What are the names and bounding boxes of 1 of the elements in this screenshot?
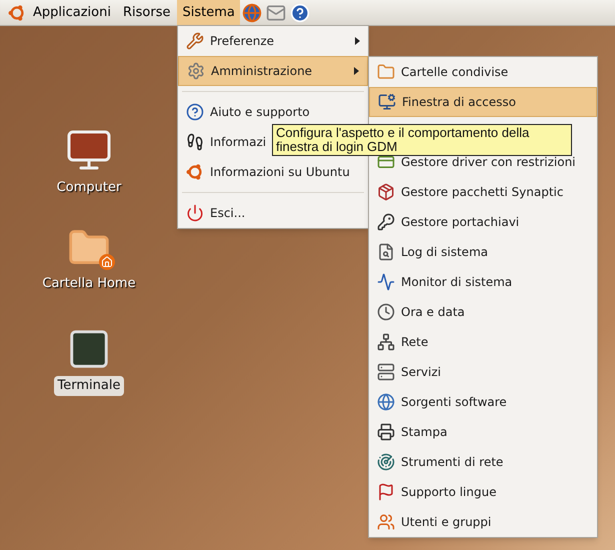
tooltip: Configura l'aspetto e il comportamento della finestra di login GDM — [272, 124, 572, 156]
